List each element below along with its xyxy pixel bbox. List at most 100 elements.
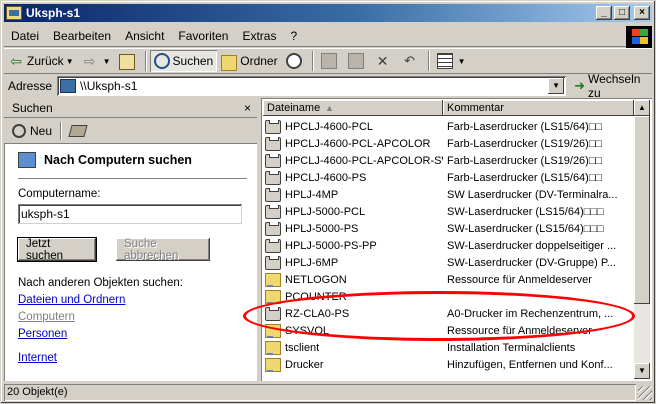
stop-search-button: Suche abbrechen [116, 238, 210, 262]
printer-icon [265, 119, 281, 134]
copy-to-icon [347, 53, 364, 69]
address-input[interactable]: \\Uksph-s1 ▼ [57, 76, 567, 96]
undo-button[interactable]: ↶ [398, 50, 425, 72]
window-title: Uksph-s1 [26, 6, 81, 20]
file-name-cell: SYSVOL [263, 323, 443, 338]
printers-folder-icon [265, 357, 281, 372]
history-button[interactable] [282, 50, 309, 72]
file-list-item[interactable]: HPCLJ-4600-PCL Farb-Laserdrucker (LS15/64… [263, 118, 634, 135]
address-value: \\Uksph-s1 [80, 79, 138, 93]
explorer-window: Uksph-s1 _ □ × Datei Bearbeiten Ansicht … [0, 0, 656, 404]
go-arrow-icon: ➜ [574, 78, 585, 93]
chevron-down-icon: ▼ [65, 56, 74, 66]
file-list-item[interactable]: RZ-CLA0-PS A0-Drucker im Rechenzentrum, .… [263, 305, 634, 322]
printer-icon [265, 306, 281, 321]
column-header-name[interactable]: Dateiname ▲ [263, 100, 443, 116]
computer-icon [18, 152, 36, 168]
file-name: HPLJ-5000-PCL [285, 205, 366, 218]
file-comment: A0-Drucker im Rechenzentrum, ... [447, 307, 614, 320]
file-list-item[interactable]: HPLJ-4MP SW Laserdrucker (DV-Terminalra..… [263, 186, 634, 203]
toolbar-separator [427, 51, 430, 71]
up-folder-button[interactable] [115, 50, 142, 72]
computer-name-label: Computername: [18, 188, 101, 200]
search-pane-header: Suchen × [4, 98, 257, 118]
status-bar: 20 Objekt(e) [4, 383, 652, 402]
menu-datei[interactable]: Datei [4, 29, 46, 43]
file-name-cell: HPCLJ-4600-PCL-APCOLOR-SW [263, 153, 443, 168]
file-name: Drucker [285, 358, 324, 371]
file-list-item[interactable]: HPLJ-5000-PS-PP SW-Laserdrucker doppelsei… [263, 237, 634, 254]
search-heading-text: Nach Computern suchen [44, 153, 192, 167]
forward-button[interactable]: ⇨ ▼ [78, 50, 115, 72]
search-button[interactable]: Suchen [149, 50, 218, 72]
file-comment: Installation Terminalclients [447, 341, 576, 354]
status-object-count: 20 Objekt(e) [4, 384, 636, 401]
move-to-icon [320, 53, 337, 69]
file-list-item[interactable]: HPCLJ-4600-PCL-APCOLOR-SW Farb-Laserdruck… [263, 152, 634, 169]
file-name: tsclient [285, 341, 320, 354]
printer-icon [265, 255, 281, 270]
file-name-cell: HPLJ-5000-PS-PP [263, 238, 443, 253]
file-list-item[interactable]: tsclient Installation Terminalclients [263, 339, 634, 356]
scroll-thumb[interactable] [634, 116, 650, 304]
delete-button[interactable]: ✕ [371, 50, 398, 72]
file-name-cell: NETLOGON [263, 272, 443, 287]
sort-ascending-icon: ▲ [325, 103, 334, 113]
file-name-cell: HPLJ-4MP [263, 187, 443, 202]
menu-extras[interactable]: Extras [235, 29, 283, 43]
vertical-scrollbar[interactable]: ▲ ▼ [634, 100, 650, 379]
file-list-item[interactable]: Drucker Hinzufügen, Entfernen und Konf... [263, 356, 634, 373]
file-name: HPLJ-6MP [285, 256, 339, 269]
file-list-item[interactable]: HPLJ-5000-PS SW-Laserdrucker (LS15/64)□□□ [263, 220, 634, 237]
menu-help[interactable]: ? [283, 29, 304, 43]
file-list-item[interactable]: HPLJ-6MP SW-Laserdrucker (DV-Gruppe) P... [263, 254, 634, 271]
link-people[interactable]: Personen [18, 328, 247, 340]
go-button[interactable]: ➜ Wechseln zu [574, 72, 652, 100]
close-button[interactable]: × [634, 6, 650, 20]
resize-grip-icon[interactable] [638, 385, 652, 400]
search-options-icon[interactable] [68, 124, 88, 137]
file-name-cell: Drucker [263, 357, 443, 372]
search-now-button[interactable]: Jetzt suchen [17, 237, 97, 262]
folders-button[interactable]: Ordner [217, 50, 281, 72]
menu-favoriten[interactable]: Favoriten [171, 29, 235, 43]
file-list-header: Dateiname ▲ Kommentar [263, 100, 634, 116]
address-dropdown-button[interactable]: ▼ [548, 78, 565, 94]
new-search-button[interactable]: Neu [30, 124, 52, 138]
file-list-item[interactable]: HPLJ-5000-PCL SW-Laserdrucker (LS15/64)□□… [263, 203, 634, 220]
back-button[interactable]: ⇦ Zurück ▼ [4, 50, 78, 72]
file-name: RZ-CLA0-PS [285, 307, 350, 320]
file-name-cell: RZ-CLA0-PS [263, 306, 443, 321]
menu-ansicht[interactable]: Ansicht [118, 29, 171, 43]
link-files-folders[interactable]: Dateien und Ordnern [18, 294, 247, 306]
menu-bearbeiten[interactable]: Bearbeiten [46, 29, 118, 43]
maximize-button[interactable]: □ [614, 6, 630, 20]
move-to-button[interactable] [317, 50, 344, 72]
file-list-item[interactable]: SYSVOL Ressource für Anmeldeserver [263, 322, 634, 339]
file-list-item[interactable]: PCOUNTER [263, 288, 634, 305]
column-header-comment[interactable]: Kommentar [443, 100, 634, 116]
file-comment: SW-Laserdrucker (LS15/64)□□□ [447, 222, 604, 235]
file-list-item[interactable]: NETLOGON Ressource für Anmeldeserver [263, 271, 634, 288]
chevron-down-icon: ▼ [102, 56, 111, 66]
file-comment: Hinzufügen, Entfernen und Konf... [447, 358, 613, 371]
title-bar[interactable]: Uksph-s1 _ □ × [4, 4, 652, 22]
column-header-name-label: Dateiname [267, 102, 321, 114]
file-name: HPLJ-4MP [285, 188, 339, 201]
back-arrow-icon: ⇦ [10, 53, 22, 69]
file-list-item[interactable]: HPCLJ-4600-PS Farb-Laserdrucker (LS15/64)… [263, 169, 634, 186]
link-internet[interactable]: Internet [18, 352, 247, 364]
search-pane-close-button[interactable]: × [244, 101, 251, 115]
standard-toolbar: ⇦ Zurück ▼ ⇨ ▼ Suchen Ordner ✕ ↶ ▼ [4, 48, 652, 74]
copy-to-button[interactable] [344, 50, 371, 72]
views-button[interactable]: ▼ [433, 50, 470, 72]
search-pane-toolbar: Neu [4, 118, 257, 144]
search-heading: Nach Computern suchen [18, 152, 247, 168]
minimize-button[interactable]: _ [596, 6, 612, 20]
computer-name-input[interactable]: uksph-s1 [18, 204, 242, 224]
scroll-up-button[interactable]: ▲ [634, 100, 650, 116]
folders-label: Ordner [240, 54, 278, 68]
scroll-down-button[interactable]: ▼ [634, 363, 650, 379]
file-list-item[interactable]: HPCLJ-4600-PCL-APCOLOR Farb-Laserdrucker … [263, 135, 634, 152]
file-name: HPCLJ-4600-PCL-APCOLOR [285, 137, 431, 150]
